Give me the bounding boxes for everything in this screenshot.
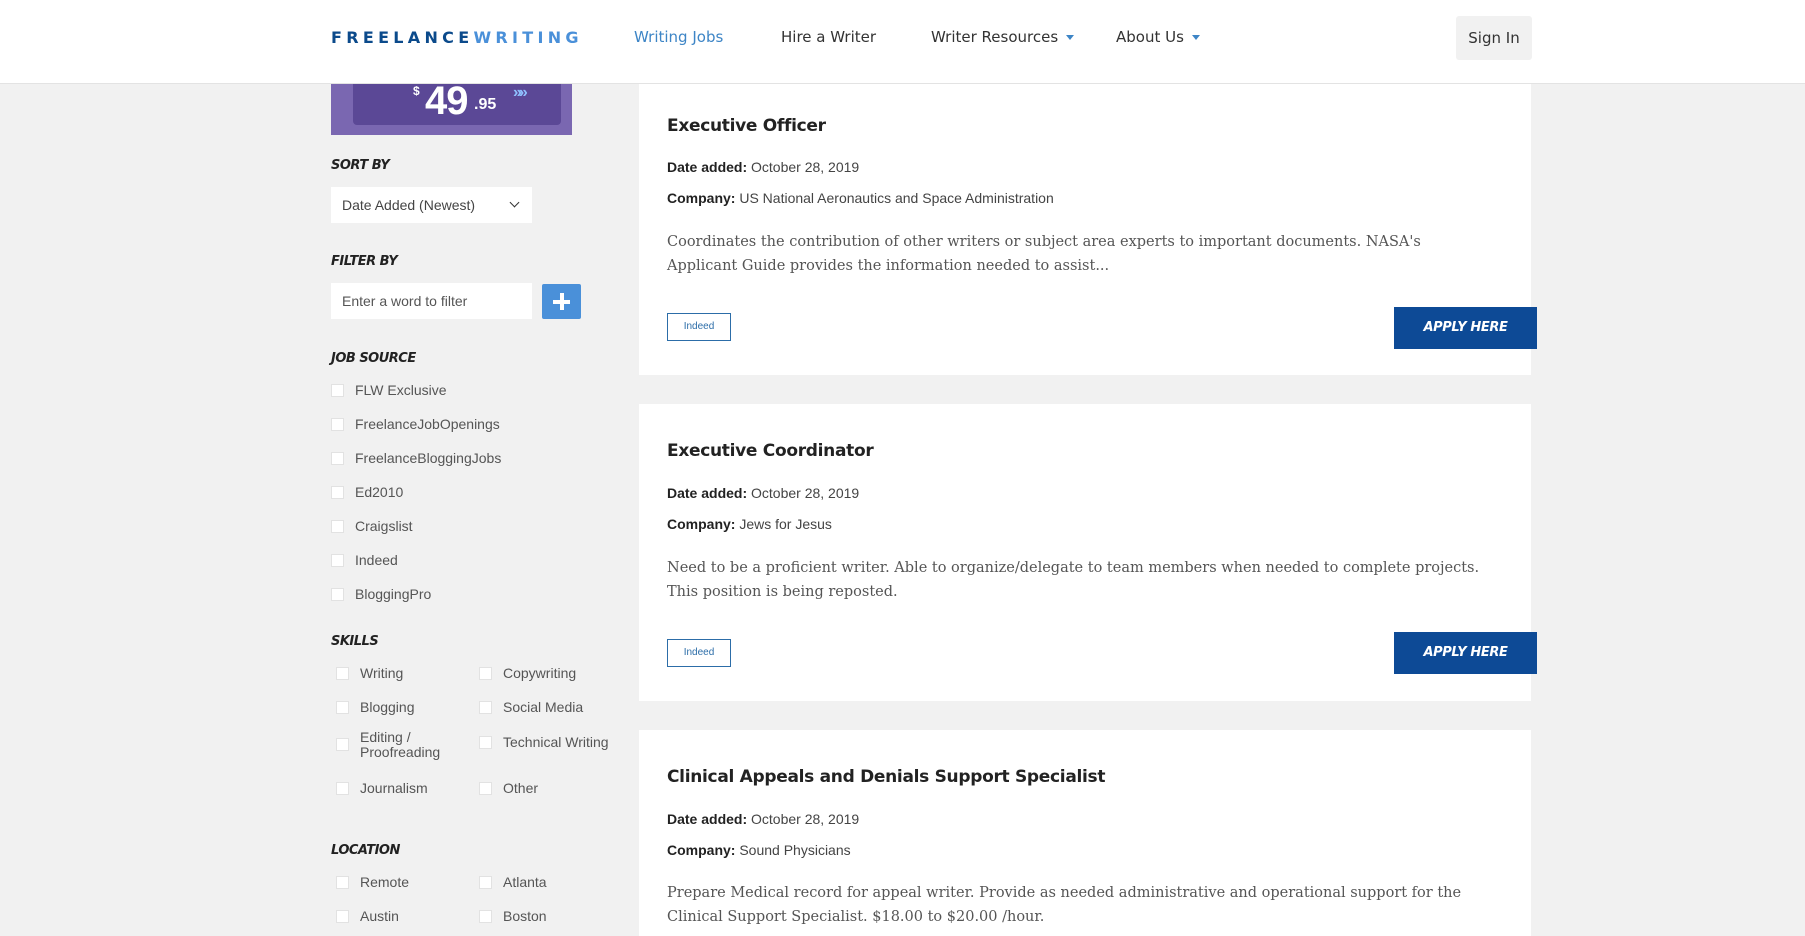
promo-price: 49 (425, 79, 468, 123)
nav-hire-a-writer[interactable]: Hire a Writer (781, 28, 876, 46)
chevron-down-icon (509, 197, 520, 208)
job-card: Executive Officer Date added: October 28… (639, 84, 1537, 375)
checkbox[interactable] (331, 384, 344, 397)
checkbox[interactable] (479, 701, 492, 714)
checkbox[interactable] (331, 418, 344, 431)
promo-currency: $ (413, 84, 420, 98)
checkbox[interactable] (336, 782, 349, 795)
sort-heading: SORT BY (331, 158, 390, 173)
checkbox[interactable] (331, 588, 344, 601)
job-source-tag[interactable]: Indeed (667, 313, 731, 341)
job-title[interactable]: Executive Coordinator (667, 441, 874, 461)
sort-select[interactable]: Date Added (Newest) (331, 187, 532, 223)
job-date: Date added: October 28, 2019 (667, 811, 860, 827)
job-description: Prepare Medical record for appeal writer… (667, 885, 1462, 925)
nav-about-us[interactable]: About Us (1116, 28, 1200, 46)
checkbox[interactable] (336, 667, 349, 680)
checkbox[interactable] (336, 701, 349, 714)
nav-writer-resources[interactable]: Writer Resources (931, 28, 1075, 46)
location-heading: LOCATION (331, 843, 400, 858)
job-card: Executive Coordinator Date added: Octobe… (639, 404, 1537, 701)
job-date: Date added: October 28, 2019 (667, 159, 860, 175)
job-description: Need to be a proficient writer. Able to … (667, 560, 1480, 600)
job-date: Date added: October 28, 2019 (667, 485, 860, 501)
checkbox[interactable] (479, 736, 492, 749)
chevron-down-icon (1191, 35, 1200, 40)
checkbox[interactable] (479, 782, 492, 795)
nav-writing-jobs[interactable]: Writing Jobs (634, 28, 723, 46)
checkbox[interactable] (331, 520, 344, 533)
checkbox[interactable] (331, 486, 344, 499)
job-source-tag[interactable]: Indeed (667, 639, 731, 667)
promo-banner[interactable]: $ 49 .95 »» (331, 79, 572, 135)
job-card: Clinical Appeals and Denials Support Spe… (639, 730, 1531, 936)
add-filter-button[interactable] (542, 284, 581, 319)
arrow-right-icon: »» (513, 84, 528, 101)
job-company: Company: Jews for Jesus (667, 516, 832, 532)
job-source-heading: JOB SOURCE (331, 351, 416, 366)
checkbox[interactable] (336, 910, 349, 923)
promo-price-box[interactable]: $ 49 .95 »» (353, 79, 561, 125)
promo-cents: .95 (474, 96, 497, 113)
filter-input[interactable] (331, 283, 532, 319)
job-company: Company: Sound Physicians (667, 842, 851, 858)
checkbox[interactable] (479, 667, 492, 680)
apply-button[interactable]: APPLY HERE (1394, 632, 1537, 674)
job-company: Company: US National Aeronautics and Spa… (667, 190, 1054, 206)
job-title[interactable]: Clinical Appeals and Denials Support Spe… (667, 767, 1106, 787)
checkbox[interactable] (336, 876, 349, 889)
job-title[interactable]: Executive Officer (667, 116, 826, 136)
checkbox[interactable] (331, 554, 344, 567)
checkbox[interactable] (479, 876, 492, 889)
checkbox[interactable] (331, 452, 344, 465)
chevron-down-icon (1066, 35, 1075, 40)
sign-in-button[interactable]: Sign In (1456, 16, 1532, 60)
skills-heading: SKILLS (331, 634, 379, 649)
filter-heading: FILTER BY (331, 254, 398, 269)
checkbox[interactable] (479, 910, 492, 923)
job-description: Coordinates the contribution of other wr… (667, 234, 1421, 274)
checkbox[interactable] (336, 738, 349, 751)
site-logo[interactable]: FREELANCEWRITING (331, 28, 583, 47)
site-header: FREELANCEWRITING Writing Jobs Hire a Wri… (0, 0, 1805, 84)
apply-button[interactable]: APPLY HERE (1394, 307, 1537, 349)
